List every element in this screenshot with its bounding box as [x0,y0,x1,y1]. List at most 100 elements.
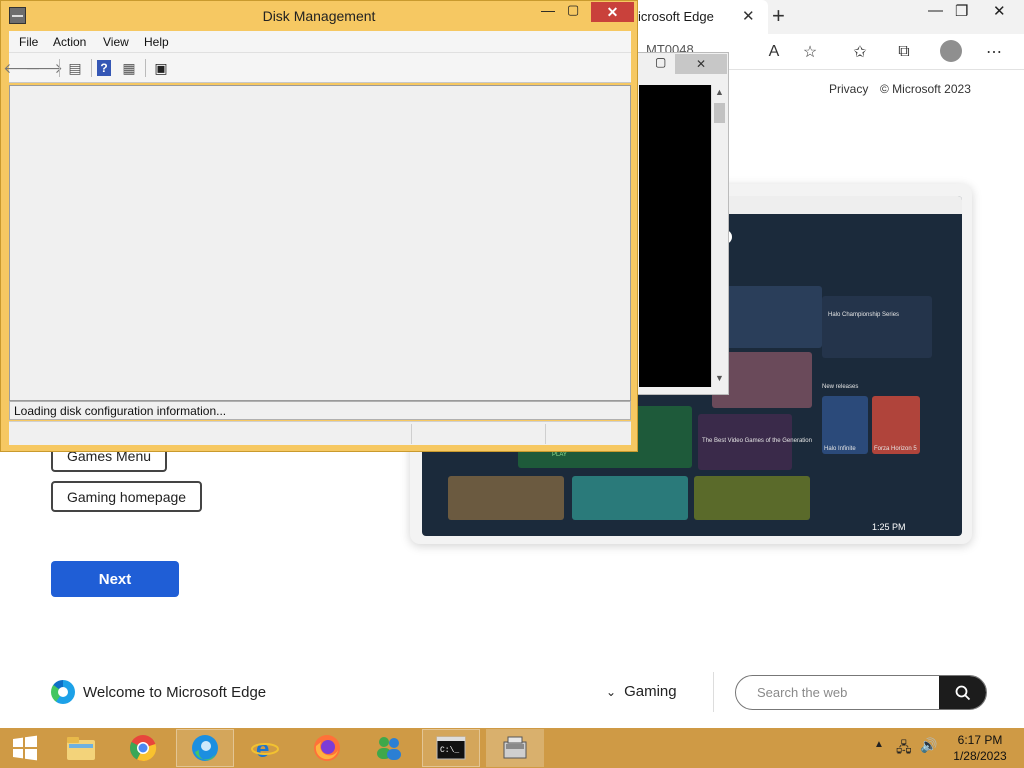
web-search-box [735,675,987,710]
firefox-icon [314,735,340,761]
showcase-tile [572,476,688,520]
search-icon [955,685,971,700]
help-icon[interactable]: ? [97,60,111,76]
add-favorite-icon[interactable]: ☆ [796,38,824,66]
show-hide-console-tree-icon[interactable]: ▤ [65,58,85,78]
toolbar-separator [145,59,146,77]
read-aloud-icon[interactable]: A [760,38,788,66]
taskbar-disk-management[interactable] [486,729,544,767]
menu-action[interactable]: Action [53,35,86,49]
showcase-tile [694,476,810,520]
showcase-new-releases: New releases [822,384,859,390]
showcase-time: 1:25 PM [872,522,906,532]
showcase-tile [722,286,822,348]
tab-close-icon[interactable]: ✕ [742,7,755,25]
gaming-homepage-button[interactable]: Gaming homepage [51,481,203,512]
loading-status-text: Loading disk configuration information..… [14,404,227,418]
footer-divider [713,672,714,712]
clock-time[interactable]: 6:17 PM [950,733,1010,747]
disk-management-window: Disk Management — ▢ ✕ File Action View H… [0,0,638,452]
maximize-icon[interactable]: ▢ [567,2,579,18]
toolbar-separator [91,59,92,77]
restore-icon[interactable]: ❐ [955,2,968,20]
disk-list-pane[interactable] [9,85,631,401]
more-options-icon[interactable]: ⋯ [980,38,1008,66]
taskbar-file-explorer[interactable] [52,729,110,767]
showcase-game-tile: Halo Infinite [822,396,868,454]
chrome-icon [130,735,157,762]
taskbar-internet-explorer[interactable]: e [236,729,294,767]
internet-explorer-icon: e [251,736,279,762]
status-bar-divider [411,424,412,444]
volume-icon[interactable]: 🔊 [920,737,937,754]
gaming-dropdown[interactable]: ⌄ Gaming [606,683,677,700]
edge-tab-label: icrosoft Edge [638,9,714,24]
taskbar-command-prompt[interactable]: C:\_ [422,729,480,767]
minimize-icon[interactable]: — [928,2,943,19]
showcase-card-title: The Best Video Games of the Generation [702,438,812,444]
console-titlebar: ▢ ✕ [631,53,728,75]
scroll-up-icon[interactable]: ▲ [715,87,724,97]
chevron-down-icon: ⌄ [606,685,617,699]
minimize-icon[interactable]: — [541,2,555,18]
welcome-text: Welcome to Microsoft Edge [83,684,267,701]
new-tab-icon[interactable]: + [772,3,785,29]
console-output[interactable] [639,85,711,387]
menu-help[interactable]: Help [144,35,169,49]
showcase-play-label: PLAY [552,452,567,458]
console-scrollbar[interactable]: ▲ ▼ [711,85,726,387]
folder-icon [67,737,95,760]
showcase-tile: The Best Video Games of the Generation [698,414,812,470]
showcase-game-title: Forza Horizon 5 [874,446,917,452]
show-action-pane-icon[interactable]: ▦ [119,58,139,78]
loading-status-box: Loading disk configuration information..… [9,401,631,420]
showcase-game-title: Halo Infinite [824,446,856,452]
taskbar: e C:\_ ▲ 🖧 🔊 6:17 PM 1/28/2023 [0,728,1024,768]
forward-arrow-icon[interactable]: 🡒 [25,58,63,78]
command-prompt-icon: C:\_ [436,736,466,760]
taskbar-edge[interactable] [176,729,234,767]
next-button[interactable]: Next [51,561,179,597]
edge-logo-icon [51,680,75,704]
profile-avatar-icon[interactable] [940,40,962,62]
scroll-down-icon[interactable]: ▼ [715,373,724,383]
close-icon[interactable]: ✕ [591,2,634,22]
taskbar-messenger[interactable] [360,729,418,767]
maximize-icon[interactable]: ▢ [655,55,666,69]
disk-management-titlebar[interactable]: Disk Management — ▢ ✕ [1,1,637,31]
start-button[interactable] [0,729,50,767]
showcase-card-title: Halo Championship Series [828,312,900,318]
scroll-thumb[interactable] [714,103,725,123]
search-input[interactable] [736,676,938,709]
people-icon [377,737,401,760]
properties-icon[interactable]: ▣ [151,58,171,78]
windows-logo-icon [13,735,37,761]
svg-text:C:\_: C:\_ [440,746,459,755]
taskbar-chrome[interactable] [114,729,172,767]
showcase-tile [448,476,564,520]
clock-date[interactable]: 1/28/2023 [950,749,1010,763]
menu-bar: File Action View Help [9,31,631,53]
show-hidden-icons-icon[interactable]: ▲ [874,739,884,750]
disk-management-icon [503,736,527,759]
close-icon[interactable]: ✕ [675,54,727,74]
status-bar-divider [545,424,546,444]
taskbar-firefox[interactable] [298,729,356,767]
collections-icon[interactable]: ⧉ [890,38,918,66]
favorites-icon[interactable]: ✩ [846,38,874,66]
privacy-link[interactable]: Privacy [829,82,868,96]
toolbar-separator [59,59,60,77]
network-icon[interactable]: 🖧 [896,737,912,761]
showcase-tile: Halo Championship Series [822,296,932,358]
menu-view[interactable]: View [103,35,129,49]
edge-icon [192,735,218,761]
gaming-dropdown-label: Gaming [624,683,677,700]
console-window: ▢ ✕ ▲ ▼ [630,52,729,395]
close-icon[interactable]: ✕ [993,2,1006,20]
search-button[interactable] [939,676,986,709]
menu-file[interactable]: File [19,35,38,49]
copyright-text: © Microsoft 2023 [880,82,971,96]
toolbar: 🡐 🡒 ▤ ? ▦ ▣ [3,53,631,83]
svg-text:e: e [256,736,269,762]
showcase-game-tile: Forza Horizon 5 [872,396,920,454]
